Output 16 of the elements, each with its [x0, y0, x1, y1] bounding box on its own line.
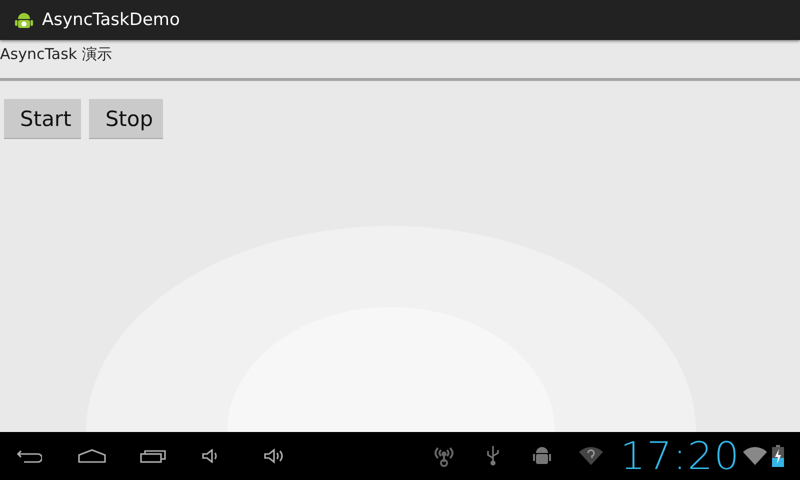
android-robot-icon	[14, 10, 34, 30]
wifi-signal-icon	[742, 447, 768, 465]
android-debug-icon	[532, 445, 551, 467]
battery-charging-icon	[772, 445, 784, 467]
usb-icon	[486, 445, 500, 467]
volume-down-icon[interactable]	[202, 449, 220, 463]
home-icon[interactable]	[78, 449, 106, 463]
clock-text: 17:20	[620, 434, 741, 478]
recent-apps-icon[interactable]	[140, 449, 166, 463]
back-icon[interactable]	[16, 449, 42, 463]
action-button[interactable]: Start	[4, 99, 82, 139]
volume-up-icon[interactable]	[264, 448, 286, 464]
heading-text: AsyncTask 演示	[0, 40, 800, 81]
wifi-question-icon	[578, 447, 603, 465]
app-title: AsyncTaskDemo	[42, 10, 180, 30]
action-button[interactable]: Stop	[89, 99, 164, 139]
